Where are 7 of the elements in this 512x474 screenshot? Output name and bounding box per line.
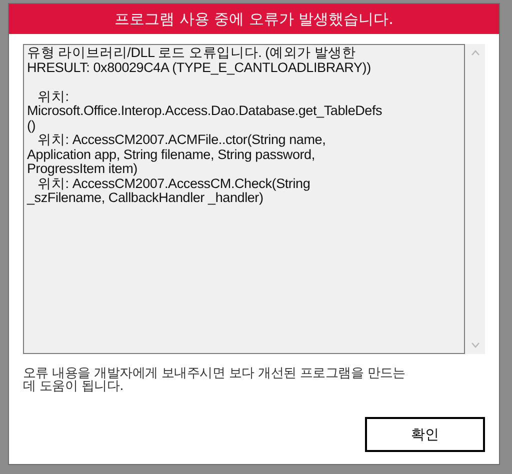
error-details-text[interactable]: 유형 라이브러리/DLL 로드 오류입니다. (예외가 발생한 HRESULT: 0x80029C4A (TYPE_E_CANTLOADLIBRARY)) 위치: Microsoft.Office.Interop.Access.Dao.Database.get_TableDefs () 위치: AccessCM2007.ACMFile..ctor(String name, Application app, String filename, String password, ProgressItem item) 위치: AccessCM2007.AccessCM.Check(String _szFilename, CallbackHandler _handler): [23, 44, 465, 354]
ok-button[interactable]: 확인: [365, 417, 485, 452]
scroll-up-icon[interactable]: [470, 50, 480, 56]
dialog-title: 프로그램 사용 중에 오류가 발생했습니다.: [9, 4, 499, 34]
scroll-down-icon[interactable]: [470, 342, 480, 348]
scrollbar[interactable]: [465, 44, 485, 354]
info-message: 오류 내용을 개발자에게 보내주시면 보다 개선된 프로그램을 만드는 데 도움이 됩니다.: [23, 367, 406, 393]
